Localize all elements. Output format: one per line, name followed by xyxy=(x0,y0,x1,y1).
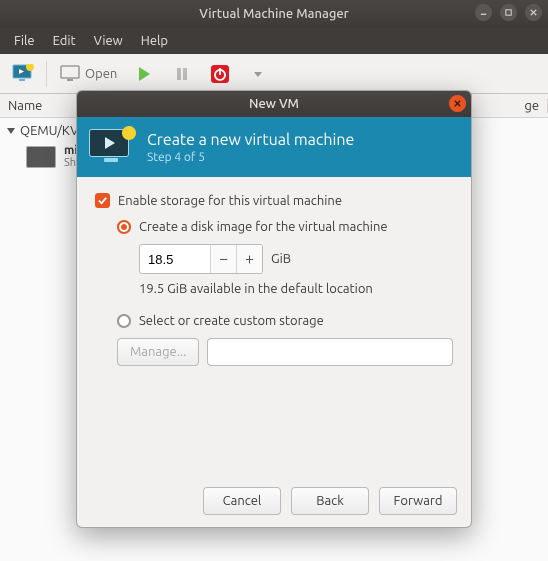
monitor-icon xyxy=(59,63,81,85)
forward-label: Forward xyxy=(394,494,443,508)
menubar: File Edit View Help xyxy=(0,28,548,54)
open-button[interactable]: Open xyxy=(53,59,123,89)
manage-button[interactable]: Manage... xyxy=(117,338,199,366)
monitor-new-icon xyxy=(12,63,34,85)
open-label: Open xyxy=(85,67,117,81)
main-titlebar: Virtual Machine Manager xyxy=(0,0,548,28)
menu-file[interactable]: File xyxy=(6,31,43,51)
close-icon xyxy=(453,99,462,108)
new-vm-dialog: New VM Create a new virtual machine Step… xyxy=(76,90,472,528)
window-title: Virtual Machine Manager xyxy=(199,7,349,21)
check-icon xyxy=(97,195,108,206)
disk-size-spinbox: − + xyxy=(139,244,263,274)
dialog-heading: Create a new virtual machine xyxy=(147,131,354,149)
radio-create-image[interactable] xyxy=(117,220,131,234)
minimize-icon[interactable] xyxy=(475,4,492,21)
play-icon xyxy=(133,63,155,85)
cancel-button[interactable]: Cancel xyxy=(203,487,281,515)
disk-size-input[interactable] xyxy=(140,245,210,273)
chevron-down-icon xyxy=(6,126,16,136)
radio-custom-label: Select or create custom storage xyxy=(139,314,324,328)
dialog-close-button[interactable] xyxy=(449,95,466,112)
connection-label: QEMU/KV xyxy=(20,124,78,138)
back-button[interactable]: Back xyxy=(291,487,369,515)
spin-increment-button[interactable]: + xyxy=(236,245,262,273)
menu-help[interactable]: Help xyxy=(133,31,176,51)
storage-path-input[interactable] xyxy=(207,338,453,366)
dialog-header: Create a new virtual machine Step 4 of 5 xyxy=(77,117,471,177)
pause-button[interactable] xyxy=(165,59,199,89)
toolbar: Open xyxy=(0,54,548,94)
menu-view[interactable]: View xyxy=(86,31,131,51)
dialog-footer: Cancel Back Forward xyxy=(77,475,471,527)
spin-decrement-button[interactable]: − xyxy=(210,245,236,273)
shutdown-button[interactable] xyxy=(203,59,237,89)
dialog-title: New VM xyxy=(249,97,299,111)
separator xyxy=(46,61,47,87)
run-button[interactable] xyxy=(127,59,161,89)
vm-thumbnail-icon xyxy=(26,146,56,168)
forward-button[interactable]: Forward xyxy=(379,487,457,515)
dialog-body: Enable storage for this virtual machine … xyxy=(77,177,471,475)
shutdown-menu-button[interactable] xyxy=(241,59,275,89)
cancel-label: Cancel xyxy=(223,494,262,508)
power-icon xyxy=(209,63,231,85)
wizard-icon xyxy=(89,129,133,165)
radio-create-label: Create a disk image for the virtual mach… xyxy=(139,220,388,234)
radio-custom-storage[interactable] xyxy=(117,314,131,328)
enable-storage-label: Enable storage for this virtual machine xyxy=(118,194,342,208)
menu-edit[interactable]: Edit xyxy=(45,31,84,51)
chevron-down-icon xyxy=(247,63,269,85)
back-label: Back xyxy=(316,494,344,508)
manage-label: Manage... xyxy=(130,345,186,359)
dialog-titlebar: New VM xyxy=(77,91,471,117)
enable-storage-checkbox[interactable] xyxy=(95,193,110,208)
pause-icon xyxy=(171,63,193,85)
size-unit-label: GiB xyxy=(271,252,291,266)
maximize-icon[interactable] xyxy=(500,4,517,21)
available-space-label: 19.5 GiB available in the default locati… xyxy=(139,282,453,296)
new-vm-button[interactable] xyxy=(6,59,40,89)
dialog-step: Step 4 of 5 xyxy=(147,151,354,164)
close-icon[interactable] xyxy=(525,4,542,21)
